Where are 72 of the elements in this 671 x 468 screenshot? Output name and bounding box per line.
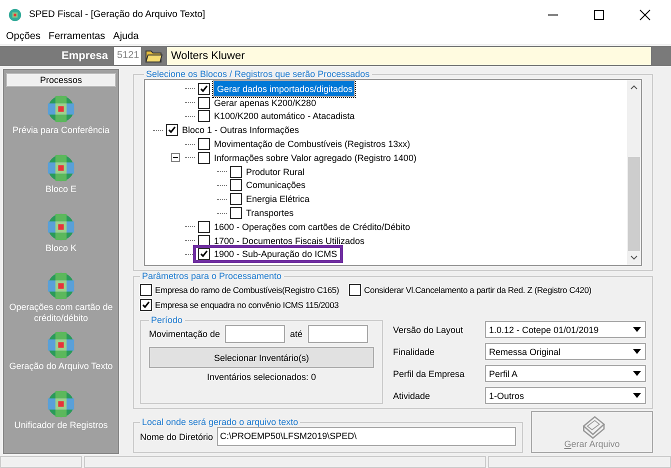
dropdown-arrow-icon[interactable] (633, 371, 641, 376)
tree-item[interactable]: 1700 - Documentos Fiscais Utilizados (213, 236, 366, 246)
folder-icon[interactable] (145, 48, 163, 64)
sidebar-header: Processos (6, 73, 116, 87)
field-label: Nome do Diretório (140, 432, 214, 442)
directory-field[interactable]: C:\PROEMP50\LFSM2019\SPED\ (217, 427, 516, 446)
group-title: Local onde será gerado o arquivo texto (141, 417, 300, 427)
checkbox[interactable] (166, 124, 178, 136)
checkbox[interactable] (198, 138, 210, 150)
checkbox-label: Considerar Vl.Cancelamento a partir da Red. Z (Registro C420) (364, 285, 592, 295)
field-label: Finalidade (393, 346, 436, 356)
checkbox[interactable] (198, 234, 210, 247)
select-inventory-button[interactable]: Selecionar Inventário(s) (149, 347, 374, 368)
field-label: Atividade (393, 390, 432, 400)
checkbox[interactable] (198, 152, 210, 164)
menu-item[interactable]: Ferramentas (48, 31, 106, 42)
date-from-field[interactable] (225, 325, 286, 343)
tree-item[interactable]: 1600 - Operações com cartões de Crédito/Débito (213, 222, 412, 232)
checkbox[interactable] (230, 207, 242, 220)
inventory-count: Inventários selecionados: 0 (206, 372, 318, 382)
checkbox[interactable] (230, 193, 242, 206)
checkbox[interactable] (198, 248, 210, 260)
group-title: Período (150, 315, 184, 325)
window-title: SPED Fiscal - [Geração do Arquivo Texto] (29, 9, 206, 20)
company-name-field[interactable]: Wolters Kluwer (167, 47, 651, 65)
checkbox[interactable] (140, 284, 152, 296)
dropdown[interactable]: 1-Outros (485, 387, 646, 404)
field-label: Movimentação de (149, 329, 220, 339)
tree-item[interactable]: Informações sobre Valor agregado (Registro 1400) (213, 152, 418, 163)
dropdown-arrow-icon[interactable] (633, 349, 641, 354)
menu-item[interactable]: Opções (6, 31, 40, 42)
group-title: Selecione os Blocos / Registros que serão Processados (145, 69, 371, 79)
tree-item[interactable]: Movimentação de Combustíveis (Registros 13xx) (213, 139, 412, 150)
field-label: Perfil da Empresa (393, 368, 466, 378)
checkbox-label: Empresa do ramo de Combustíveis(Registro C165) (155, 285, 340, 295)
company-label: Empresa (60, 50, 109, 62)
field-label: Versão do Layout (393, 324, 464, 334)
checkbox[interactable] (230, 179, 242, 192)
tree-item[interactable]: K100/K200 automático - Atacadista (213, 111, 356, 122)
app-icon (8, 8, 22, 22)
date-to-field[interactable] (308, 325, 368, 343)
checkbox[interactable] (198, 96, 210, 109)
close-icon[interactable] (639, 8, 651, 20)
tree-item[interactable]: Produtor Rural (245, 166, 306, 177)
maximize-icon[interactable] (593, 8, 605, 20)
checkbox[interactable] (349, 284, 362, 296)
checkbox[interactable] (230, 166, 242, 178)
scroll-down-icon[interactable] (630, 255, 638, 261)
tree-item[interactable]: Bloco 1 - Outras Informações (181, 125, 300, 136)
checkbox[interactable] (140, 299, 152, 311)
field-label: até (290, 329, 303, 339)
scroll-up-icon[interactable] (630, 84, 638, 90)
tree-item[interactable]: Transportes (245, 208, 295, 218)
checkbox[interactable] (198, 220, 210, 233)
tree-item[interactable]: Gerar apenas K200/K280 (213, 98, 318, 108)
checkbox[interactable] (198, 82, 210, 95)
tree-item[interactable]: Comunicações (245, 180, 307, 190)
group-title: Parâmetros para o Processamento (141, 271, 283, 281)
dropdown-arrow-icon[interactable] (633, 393, 641, 398)
dropdown[interactable]: 1.0.12 - Cotepe 01/01/2019 (485, 321, 646, 338)
checkbox-label: Empresa se enquadra no convênio ICMS 115/2003 (155, 300, 339, 310)
dropdown[interactable]: Remessa Original (485, 343, 646, 360)
company-code-field[interactable]: 5121 (114, 47, 141, 65)
scrollbar[interactable] (627, 80, 641, 265)
collapse-icon[interactable] (171, 153, 180, 162)
menu-item[interactable]: Ajuda (113, 31, 139, 42)
tree-item[interactable]: Energia Elétrica (245, 194, 311, 204)
dropdown-arrow-icon[interactable] (633, 327, 641, 332)
dropdown[interactable]: Perfil A (485, 365, 646, 382)
checkbox[interactable] (198, 110, 210, 122)
tree-item[interactable]: Gerar dados importados/digitados (213, 80, 355, 98)
tree-item[interactable]: 1900 - Sub-Apuração do ICMS (213, 249, 338, 260)
